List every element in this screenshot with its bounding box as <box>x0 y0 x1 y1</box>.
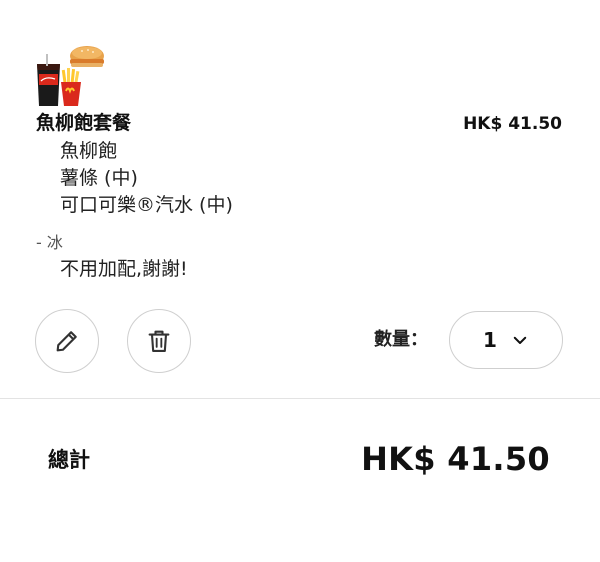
pencil-icon <box>53 327 81 355</box>
item-price: HK$ 41.50 <box>463 114 562 134</box>
component-item: 薯條 (中) <box>60 167 138 189</box>
section-divider <box>0 398 600 399</box>
cart-page: 魚柳飽套餐 HK$ 41.50 魚柳飽 薯條 (中) 可口可樂®汽水 (中) -… <box>0 0 600 562</box>
modifier-value: 不用加配,謝謝! <box>60 258 188 280</box>
trash-icon <box>145 327 173 355</box>
quantity-label: 數量： <box>374 329 428 350</box>
quantity-value: 1 <box>483 328 497 352</box>
total-label: 總計 <box>48 448 90 472</box>
item-name: 魚柳飽套餐 <box>36 112 132 134</box>
chevron-down-icon <box>511 331 529 349</box>
meal-combo-icon <box>32 44 108 110</box>
edit-button[interactable] <box>35 309 99 373</box>
modifier-label: - 冰 <box>36 233 63 252</box>
total-value: HK$ 41.50 <box>361 440 550 478</box>
quantity-dropdown[interactable]: 1 <box>449 311 563 369</box>
component-item: 可口可樂®汽水 (中) <box>60 194 233 216</box>
item-components-list: 魚柳飽 薯條 (中) 可口可樂®汽水 (中) <box>60 138 233 219</box>
component-item: 魚柳飽 <box>60 140 118 162</box>
delete-button[interactable] <box>127 309 191 373</box>
